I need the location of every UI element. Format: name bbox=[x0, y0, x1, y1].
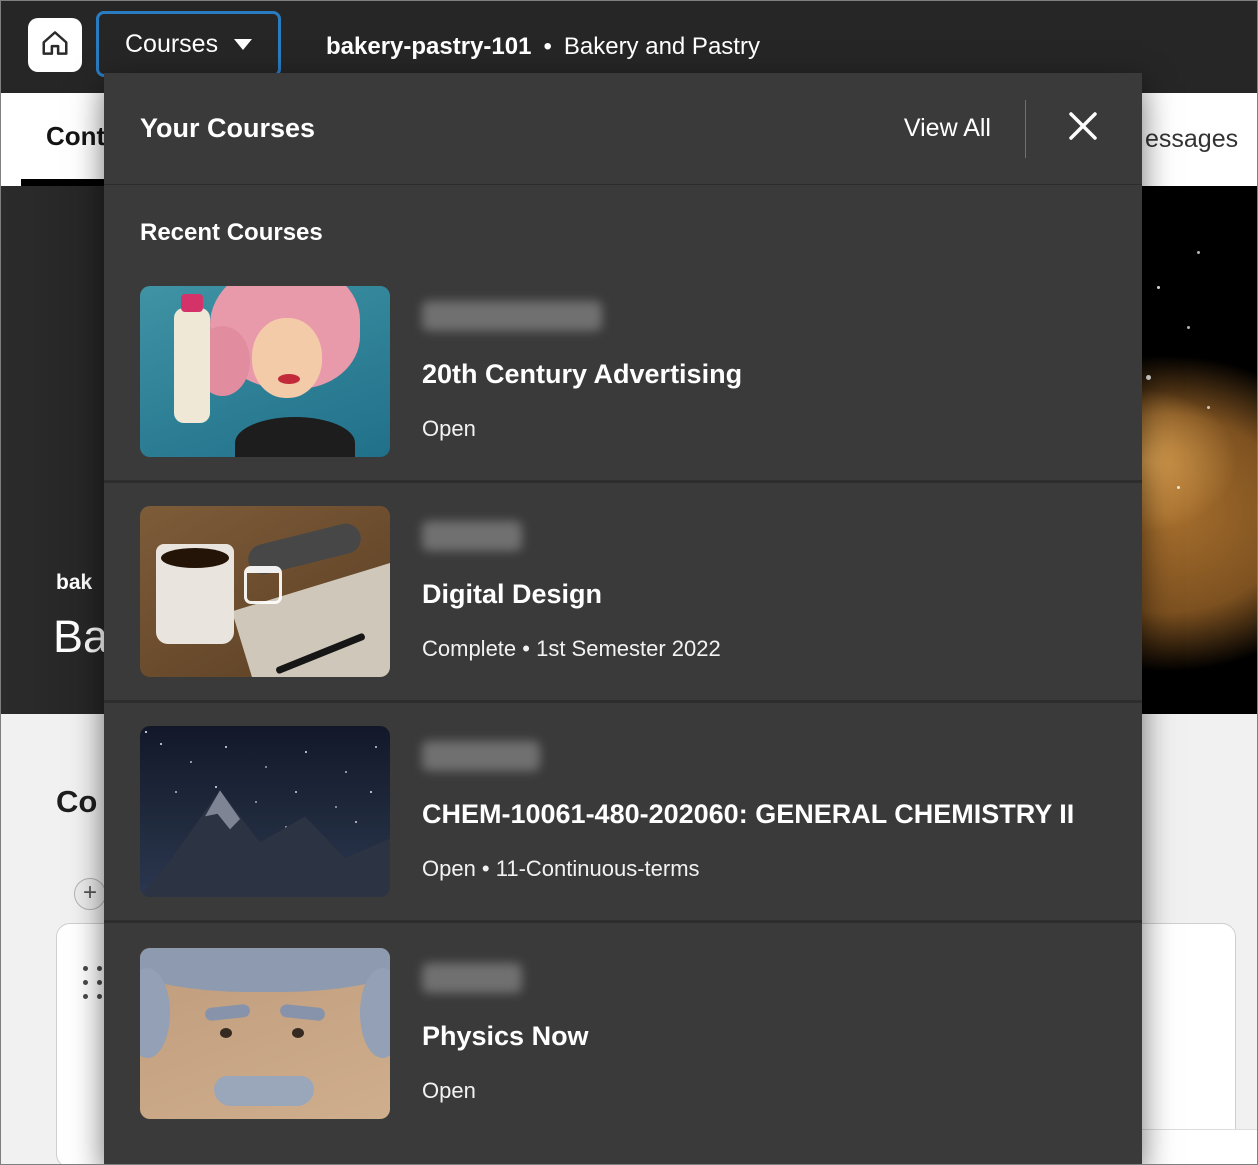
course-status: Open • 11-Continuous-terms bbox=[422, 856, 1074, 882]
chevron-down-icon bbox=[234, 39, 252, 50]
courses-menu-button[interactable]: Courses bbox=[96, 11, 281, 77]
tab-content[interactable]: Cont bbox=[46, 93, 105, 179]
tab-messages[interactable]: essages bbox=[1145, 93, 1238, 186]
header-divider bbox=[1025, 100, 1026, 158]
course-list-item[interactable]: CHEM-10061-480-202060: GENERAL CHEMISTRY… bbox=[104, 703, 1142, 923]
home-icon bbox=[40, 28, 70, 63]
view-all-link[interactable]: View All bbox=[904, 114, 991, 143]
home-button[interactable] bbox=[28, 18, 82, 72]
redacted-course-id bbox=[422, 301, 602, 331]
course-list-item[interactable]: Digital Design Complete • 1st Semester 2… bbox=[104, 483, 1142, 703]
redacted-course-id bbox=[422, 521, 522, 551]
course-title[interactable]: Digital Design bbox=[422, 579, 721, 610]
banner-course-title-partial: Ba bbox=[53, 611, 108, 663]
redacted-course-id bbox=[422, 741, 540, 771]
course-info: Digital Design Complete • 1st Semester 2… bbox=[422, 521, 721, 662]
breadcrumb-course-name: Bakery and Pastry bbox=[564, 33, 760, 61]
breadcrumb-course-id: bakery-pastry-101 bbox=[326, 33, 531, 61]
drag-handle-icon[interactable] bbox=[83, 966, 102, 999]
panel-title: Your Courses bbox=[140, 113, 904, 144]
panel-header: Your Courses View All bbox=[104, 73, 1142, 185]
course-thumbnail-digital-design bbox=[140, 506, 390, 677]
course-title[interactable]: 20th Century Advertising bbox=[422, 359, 742, 390]
course-list-item[interactable]: 20th Century Advertising Open bbox=[104, 263, 1142, 483]
course-status: Open bbox=[422, 1078, 589, 1104]
course-title[interactable]: CHEM-10061-480-202060: GENERAL CHEMISTRY… bbox=[422, 799, 1074, 830]
course-info: Physics Now Open bbox=[422, 963, 589, 1104]
course-list-item[interactable]: Physics Now Open bbox=[104, 923, 1142, 1143]
breadcrumb-separator: • bbox=[543, 33, 551, 61]
recent-courses-heading: Recent Courses bbox=[140, 219, 1106, 247]
course-status: Open bbox=[422, 416, 742, 442]
add-content-button[interactable]: + bbox=[74, 878, 106, 910]
course-status: Complete • 1st Semester 2022 bbox=[422, 636, 721, 662]
redacted-course-id bbox=[422, 963, 522, 993]
active-tab-indicator bbox=[21, 179, 106, 186]
course-info: CHEM-10061-480-202060: GENERAL CHEMISTRY… bbox=[422, 741, 1074, 882]
course-info: 20th Century Advertising Open bbox=[422, 301, 742, 442]
template-icon bbox=[244, 566, 282, 604]
page: Courses bakery-pastry-101 • Bakery and P… bbox=[0, 0, 1258, 1165]
course-title[interactable]: Physics Now bbox=[422, 1021, 589, 1052]
courses-dropdown-panel: Your Courses View All Recent Courses bbox=[104, 73, 1142, 1165]
course-thumbnail-physics bbox=[140, 948, 390, 1119]
course-thumbnail-chemistry bbox=[140, 726, 390, 897]
content-section-heading-partial: Co bbox=[56, 784, 97, 820]
close-button[interactable] bbox=[1060, 106, 1106, 152]
course-thumbnail-advertising bbox=[140, 286, 390, 457]
background-card-corner bbox=[1139, 1129, 1257, 1165]
banner-course-id-partial: bak bbox=[56, 571, 92, 595]
close-icon bbox=[1066, 109, 1100, 148]
courses-menu-label: Courses bbox=[125, 30, 218, 59]
